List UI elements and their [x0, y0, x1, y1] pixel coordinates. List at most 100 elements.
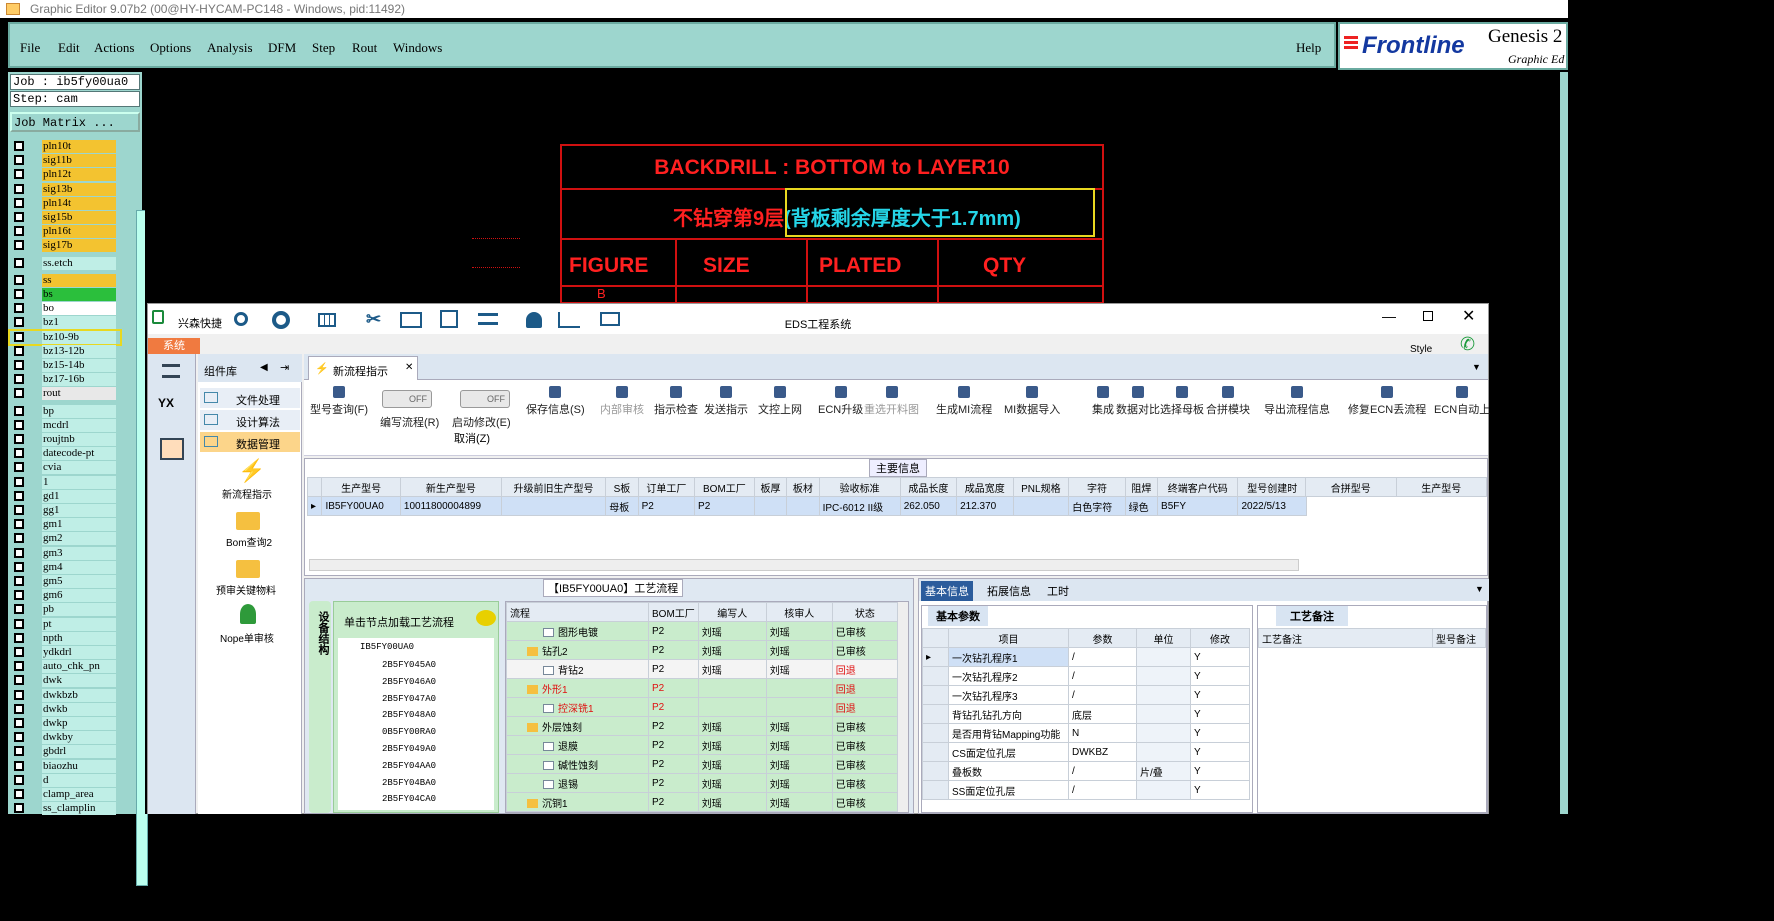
tree-item[interactable]: 2B5FY048A0 — [382, 710, 436, 720]
toolbar-button[interactable]: 重选开料图 — [864, 386, 919, 417]
param-cell[interactable]: / — [1068, 685, 1137, 705]
layer-row[interactable]: dwkbzb — [10, 688, 120, 702]
calendar-icon[interactable] — [160, 438, 184, 460]
param-cell[interactable]: Y — [1190, 723, 1250, 743]
param-row[interactable]: CS面定位孔层 DWKBZ Y — [922, 742, 1250, 762]
param-cell[interactable] — [1136, 704, 1191, 724]
close-icon[interactable]: ✕ — [405, 362, 413, 373]
param-cell[interactable]: Y — [1190, 647, 1250, 667]
main-cell[interactable]: IPC-6012 II级 — [818, 496, 901, 516]
layer-name[interactable]: d — [42, 773, 116, 787]
toolbar-button[interactable]: ECN自动上 — [1434, 386, 1490, 417]
layer-name[interactable]: datecode-pt — [42, 447, 116, 461]
layer-name[interactable]: dwkbzb — [42, 688, 116, 702]
flow-row[interactable]: 沉铜1 P2 刘瑶 刘瑶 已审核 — [506, 792, 899, 812]
prev-icon[interactable]: ◀ — [260, 362, 268, 373]
layer-name[interactable]: ss — [42, 273, 116, 287]
param-cell[interactable]: 片/叠 — [1136, 761, 1191, 781]
merge-col[interactable]: 生产型号 — [1395, 477, 1487, 497]
horizontal-scrollbar[interactable] — [309, 559, 1299, 571]
main-col[interactable]: 型号创建时 — [1237, 477, 1307, 497]
param-cell[interactable]: 底层 — [1068, 704, 1137, 724]
param-cell[interactable]: Y — [1190, 761, 1250, 781]
main-cell[interactable]: 10011800004899 — [399, 496, 502, 516]
param-cell[interactable] — [1136, 685, 1191, 705]
cancel-button[interactable]: 取消(Z) — [454, 430, 490, 446]
layer-row[interactable]: dwkb — [10, 702, 120, 716]
main-cell[interactable] — [753, 496, 788, 516]
toolbar-button[interactable]: 保存信息(S) — [526, 386, 585, 417]
main-col[interactable]: S板 — [605, 477, 639, 497]
layer-checkbox[interactable] — [14, 345, 24, 356]
layer-row[interactable]: sig11b — [10, 154, 120, 168]
param-cell[interactable]: 一次钻孔程序3 — [948, 685, 1069, 705]
layer-checkbox[interactable] — [14, 289, 24, 299]
layer-name[interactable]: sig17b — [42, 239, 116, 253]
layer-name[interactable]: ydkdrl — [42, 646, 116, 659]
lightning-icon[interactable]: ⚡ — [238, 458, 265, 484]
layer-row[interactable]: biaozhu — [10, 759, 120, 773]
layer-checkbox[interactable] — [14, 760, 24, 771]
toolbar-button[interactable]: 集成 — [1092, 386, 1114, 417]
param-cell[interactable]: / — [1068, 780, 1137, 800]
param-cell[interactable] — [1136, 723, 1191, 743]
flow-row[interactable]: 图形电镀 P2 刘瑶 刘瑶 已审核 — [506, 621, 899, 641]
param-cell[interactable]: 是否用背钻Mapping功能 — [948, 723, 1069, 743]
main-col[interactable]: 订单工厂 — [637, 477, 696, 497]
layer-checkbox[interactable] — [14, 647, 24, 657]
layer-name[interactable]: sig15b — [42, 211, 116, 224]
layer-row[interactable]: gm6 — [10, 589, 120, 603]
tool-new-flow[interactable]: 新流程指示 — [222, 486, 272, 501]
layer-name[interactable]: gm2 — [42, 532, 116, 546]
layer-checkbox[interactable] — [14, 803, 24, 814]
tool-nope-review[interactable]: Nope单审核 — [220, 630, 274, 645]
layer-name[interactable]: bs — [42, 288, 116, 301]
remark-col[interactable]: 工艺备注 — [1258, 628, 1433, 648]
layer-row[interactable]: rout — [10, 387, 120, 401]
main-col[interactable]: 生产型号 — [321, 477, 401, 497]
layer-name[interactable]: roujtnb — [42, 433, 116, 446]
param-row[interactable]: SS面定位孔层 / Y — [922, 780, 1250, 800]
layer-name[interactable]: bz13-12b — [42, 344, 116, 358]
sidebar-item-file[interactable]: 文件处理 — [200, 388, 300, 408]
layer-checkbox[interactable] — [14, 303, 24, 314]
sidebar-item-data[interactable]: 数据管理 — [200, 432, 300, 452]
layer-checkbox[interactable] — [14, 257, 24, 268]
layer-row[interactable]: pln16t — [10, 225, 120, 239]
toolbar-button[interactable]: 启动修改(E) — [452, 414, 511, 430]
main-cell[interactable]: 白色字符 — [1068, 496, 1126, 516]
layer-name[interactable]: mcdrl — [42, 418, 116, 432]
layer-row[interactable]: gd1 — [10, 489, 120, 503]
main-col[interactable]: 新生产型号 — [399, 477, 502, 497]
tool-bom-query[interactable]: Bom查询2 — [226, 534, 272, 549]
flow-scrollbar[interactable] — [898, 602, 908, 812]
flow-row[interactable]: 背钻2 P2 刘瑶 刘瑶 回退 — [506, 659, 899, 679]
layer-row[interactable]: bz13-12b — [10, 344, 120, 358]
param-cell[interactable] — [1136, 742, 1191, 762]
layer-row[interactable]: bs — [10, 288, 120, 301]
menu-edit[interactable]: Edit — [58, 40, 80, 56]
layer-name[interactable]: biaozhu — [42, 759, 116, 773]
layer-name[interactable]: gm3 — [42, 546, 116, 560]
layer-row[interactable]: roujtnb — [10, 433, 120, 446]
layer-name[interactable]: gm1 — [42, 518, 116, 532]
layer-checkbox[interactable] — [14, 490, 24, 501]
main-col[interactable]: 阻焊 — [1124, 477, 1159, 497]
param-cell[interactable] — [1136, 666, 1191, 686]
menu-file[interactable]: File — [20, 40, 40, 56]
layer-name[interactable]: 1 — [42, 475, 116, 489]
remark-col[interactable]: 型号备注 — [1432, 628, 1486, 648]
layer-name[interactable]: auto_chk_pn — [42, 660, 116, 674]
main-col[interactable]: 成品宽度 — [956, 477, 1014, 497]
layer-checkbox[interactable] — [14, 561, 24, 572]
layer-name[interactable]: dwk — [42, 674, 116, 688]
chevron-down-icon[interactable]: ▼ — [1475, 584, 1484, 594]
layer-checkbox[interactable] — [14, 212, 24, 222]
layer-name[interactable]: rout — [42, 387, 116, 401]
menu-step[interactable]: Step — [312, 40, 335, 56]
param-cell[interactable]: N — [1068, 723, 1137, 743]
flow-col[interactable]: 状态 — [831, 602, 899, 622]
toolbar-button[interactable]: 选择母板 — [1160, 386, 1204, 417]
layer-row[interactable]: ss.etch — [10, 256, 120, 270]
minimize-button[interactable]: — — [1382, 308, 1396, 324]
